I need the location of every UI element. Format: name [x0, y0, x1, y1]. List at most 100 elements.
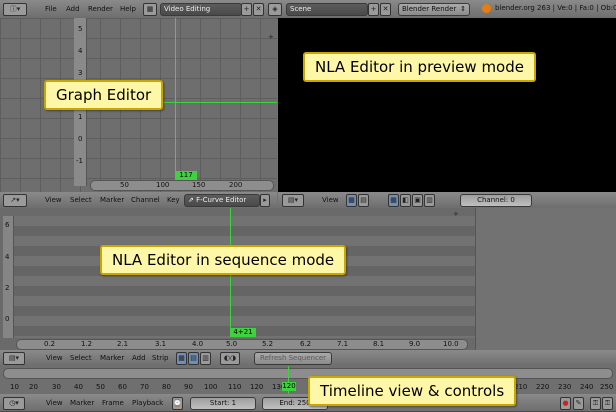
- sequencer-y-tick: 4: [5, 253, 10, 261]
- timeline-tick: 10: [10, 383, 19, 391]
- scene-field[interactable]: Scene: [286, 3, 368, 16]
- menu-strip[interactable]: Strip: [152, 351, 168, 366]
- sequencer-preview-icon[interactable]: ▥: [200, 352, 211, 365]
- luma-icon[interactable]: ◧: [400, 194, 411, 207]
- menu-playback[interactable]: Playback: [132, 396, 163, 411]
- graph-editor-type-icon[interactable]: ↗▾: [3, 194, 27, 207]
- blender-logo-icon: [482, 4, 491, 13]
- sequencer-x-tick: 3.1: [155, 340, 167, 348]
- timeline-tick: 110: [228, 383, 242, 391]
- timeline-tick: 230: [558, 383, 572, 391]
- scene-remove-icon[interactable]: ✕: [380, 3, 391, 16]
- area-split-plus-icon[interactable]: +: [453, 211, 460, 218]
- scene-icon[interactable]: ◈: [268, 3, 282, 16]
- fcurve-icon: ⇗: [188, 196, 194, 204]
- menu-view[interactable]: View: [46, 396, 63, 411]
- nla-sequence-callout: NLA Editor in sequence mode: [100, 245, 347, 275]
- screen-layout-field[interactable]: Video Editing: [160, 3, 242, 16]
- timeline-tick: 40: [74, 383, 83, 391]
- menu-marker[interactable]: Marker: [100, 193, 124, 208]
- menu-marker[interactable]: Marker: [100, 351, 124, 366]
- timeline-menu: View Marker Frame Playback: [40, 396, 170, 411]
- overlay-icon[interactable]: ◐◑: [220, 352, 240, 365]
- pivot-icon[interactable]: ▸: [260, 194, 270, 207]
- area-split-plus-icon[interactable]: +: [268, 34, 275, 41]
- channel-field[interactable]: Channel: 0: [460, 194, 532, 207]
- menu-select[interactable]: Select: [70, 351, 92, 366]
- timeline-editor-type-icon[interactable]: ◷▾: [3, 397, 25, 410]
- preview-range-icon[interactable]: ⌚: [172, 397, 183, 410]
- timeline-tick: 60: [118, 383, 127, 391]
- graph-mode-label: F-Curve Editor: [196, 196, 247, 204]
- display-mode-icon[interactable]: ▦: [388, 194, 399, 207]
- sequencer-header: ▤▾ View Select Marker Add Strip ▦ ▤ ▥ ◐◑…: [0, 350, 616, 367]
- menu-channel[interactable]: Channel: [131, 193, 160, 208]
- sequencer-x-tick: 10.0: [443, 340, 459, 348]
- sequencer-properties-region[interactable]: [475, 208, 616, 350]
- chevron-down-icon: ⇕: [460, 5, 466, 13]
- scene-add-icon[interactable]: +: [368, 3, 379, 16]
- sequencer-editor-type-icon[interactable]: ▤▾: [3, 352, 25, 365]
- menu-view[interactable]: View: [45, 193, 62, 208]
- layout-add-icon[interactable]: +: [241, 3, 252, 16]
- keying-set-icon[interactable]: ✎: [573, 397, 584, 410]
- menu-select[interactable]: Select: [70, 193, 92, 208]
- sequencer-menu: View Select Marker Add Strip: [40, 351, 180, 366]
- menu-add[interactable]: Add: [66, 2, 80, 17]
- menu-render[interactable]: Render: [88, 2, 113, 17]
- sequencer-y-tick: 6: [5, 221, 10, 229]
- render-engine-dropdown[interactable]: Blender Render ⇕: [398, 3, 470, 16]
- preview-view-icon[interactable]: ▤: [188, 352, 199, 365]
- render-engine-label: Blender Render: [402, 5, 457, 13]
- layout-remove-icon[interactable]: ✕: [253, 3, 264, 16]
- sequencer-x-tick: 0.2: [44, 340, 56, 348]
- timeline-tick: 240: [580, 383, 594, 391]
- graph-y-tick: 5: [78, 25, 83, 33]
- sequencer-preview-area[interactable]: [278, 18, 616, 192]
- key-icon[interactable]: ⚿: [590, 397, 601, 410]
- timeline-tick: 220: [536, 383, 550, 391]
- timeline-tick: 50: [96, 383, 105, 391]
- graph-y-tick: 0: [78, 135, 83, 143]
- refresh-sequencer-button[interactable]: Refresh Sequencer: [254, 352, 332, 365]
- menu-view[interactable]: View: [46, 351, 63, 366]
- timeline-tick: 100: [204, 383, 218, 391]
- graph-y-tick: 4: [78, 47, 83, 55]
- graph-mode-dropdown[interactable]: ⇗ F-Curve Editor: [184, 194, 260, 207]
- graph-y-tick: 3: [78, 69, 83, 77]
- editor-type-icon[interactable]: ⓘ▾: [3, 3, 27, 16]
- graph-x-scrollbar[interactable]: [90, 180, 274, 191]
- preview-view-icon[interactable]: ▤: [358, 194, 369, 207]
- menu-view[interactable]: View: [322, 194, 339, 206]
- timeline-tick: 20: [29, 383, 38, 391]
- timeline-tick: 250: [600, 383, 614, 391]
- menu-marker[interactable]: Marker: [70, 396, 94, 411]
- menu-key[interactable]: Key: [167, 193, 180, 208]
- sequencer-x-tick: 9.0: [409, 340, 421, 348]
- sequencer-view-icon[interactable]: ▦: [176, 352, 187, 365]
- chroma-icon[interactable]: ▣: [412, 194, 423, 207]
- start-frame-field[interactable]: Start: 1: [190, 397, 256, 410]
- histogram-icon[interactable]: ▥: [424, 194, 435, 207]
- sequencer-y-tick: 0: [5, 315, 10, 323]
- timeline-tick: 80: [162, 383, 171, 391]
- timeline-tick: 120: [250, 383, 264, 391]
- graph-frame-indicator: 117: [175, 171, 197, 180]
- menu-add[interactable]: Add: [132, 351, 146, 366]
- info-menu: File Add Render Help: [40, 2, 140, 17]
- menu-help[interactable]: Help: [120, 2, 136, 17]
- preview-editor-type-icon[interactable]: ▤▾: [282, 194, 304, 207]
- sequencer-x-tick: 4.0: [192, 340, 204, 348]
- sequencer-x-tick: 6.2: [300, 340, 312, 348]
- menu-frame[interactable]: Frame: [102, 396, 124, 411]
- graph-menu: View Select Marker Channel Key: [30, 193, 190, 208]
- layout-icon[interactable]: ▦: [143, 3, 157, 16]
- stats-text: blender.org 263 | Ve:0 | Fa:0 | Ob:0: [495, 4, 616, 12]
- key-remove-icon[interactable]: ⚿: [602, 397, 613, 410]
- sequencer-view-icon[interactable]: ▦: [346, 194, 357, 207]
- graph-playhead[interactable]: [175, 18, 176, 172]
- menu-file[interactable]: File: [45, 2, 57, 17]
- sequencer-x-tick: 1.2: [81, 340, 93, 348]
- timeline-tick: 70: [140, 383, 149, 391]
- record-icon[interactable]: ●: [560, 397, 571, 410]
